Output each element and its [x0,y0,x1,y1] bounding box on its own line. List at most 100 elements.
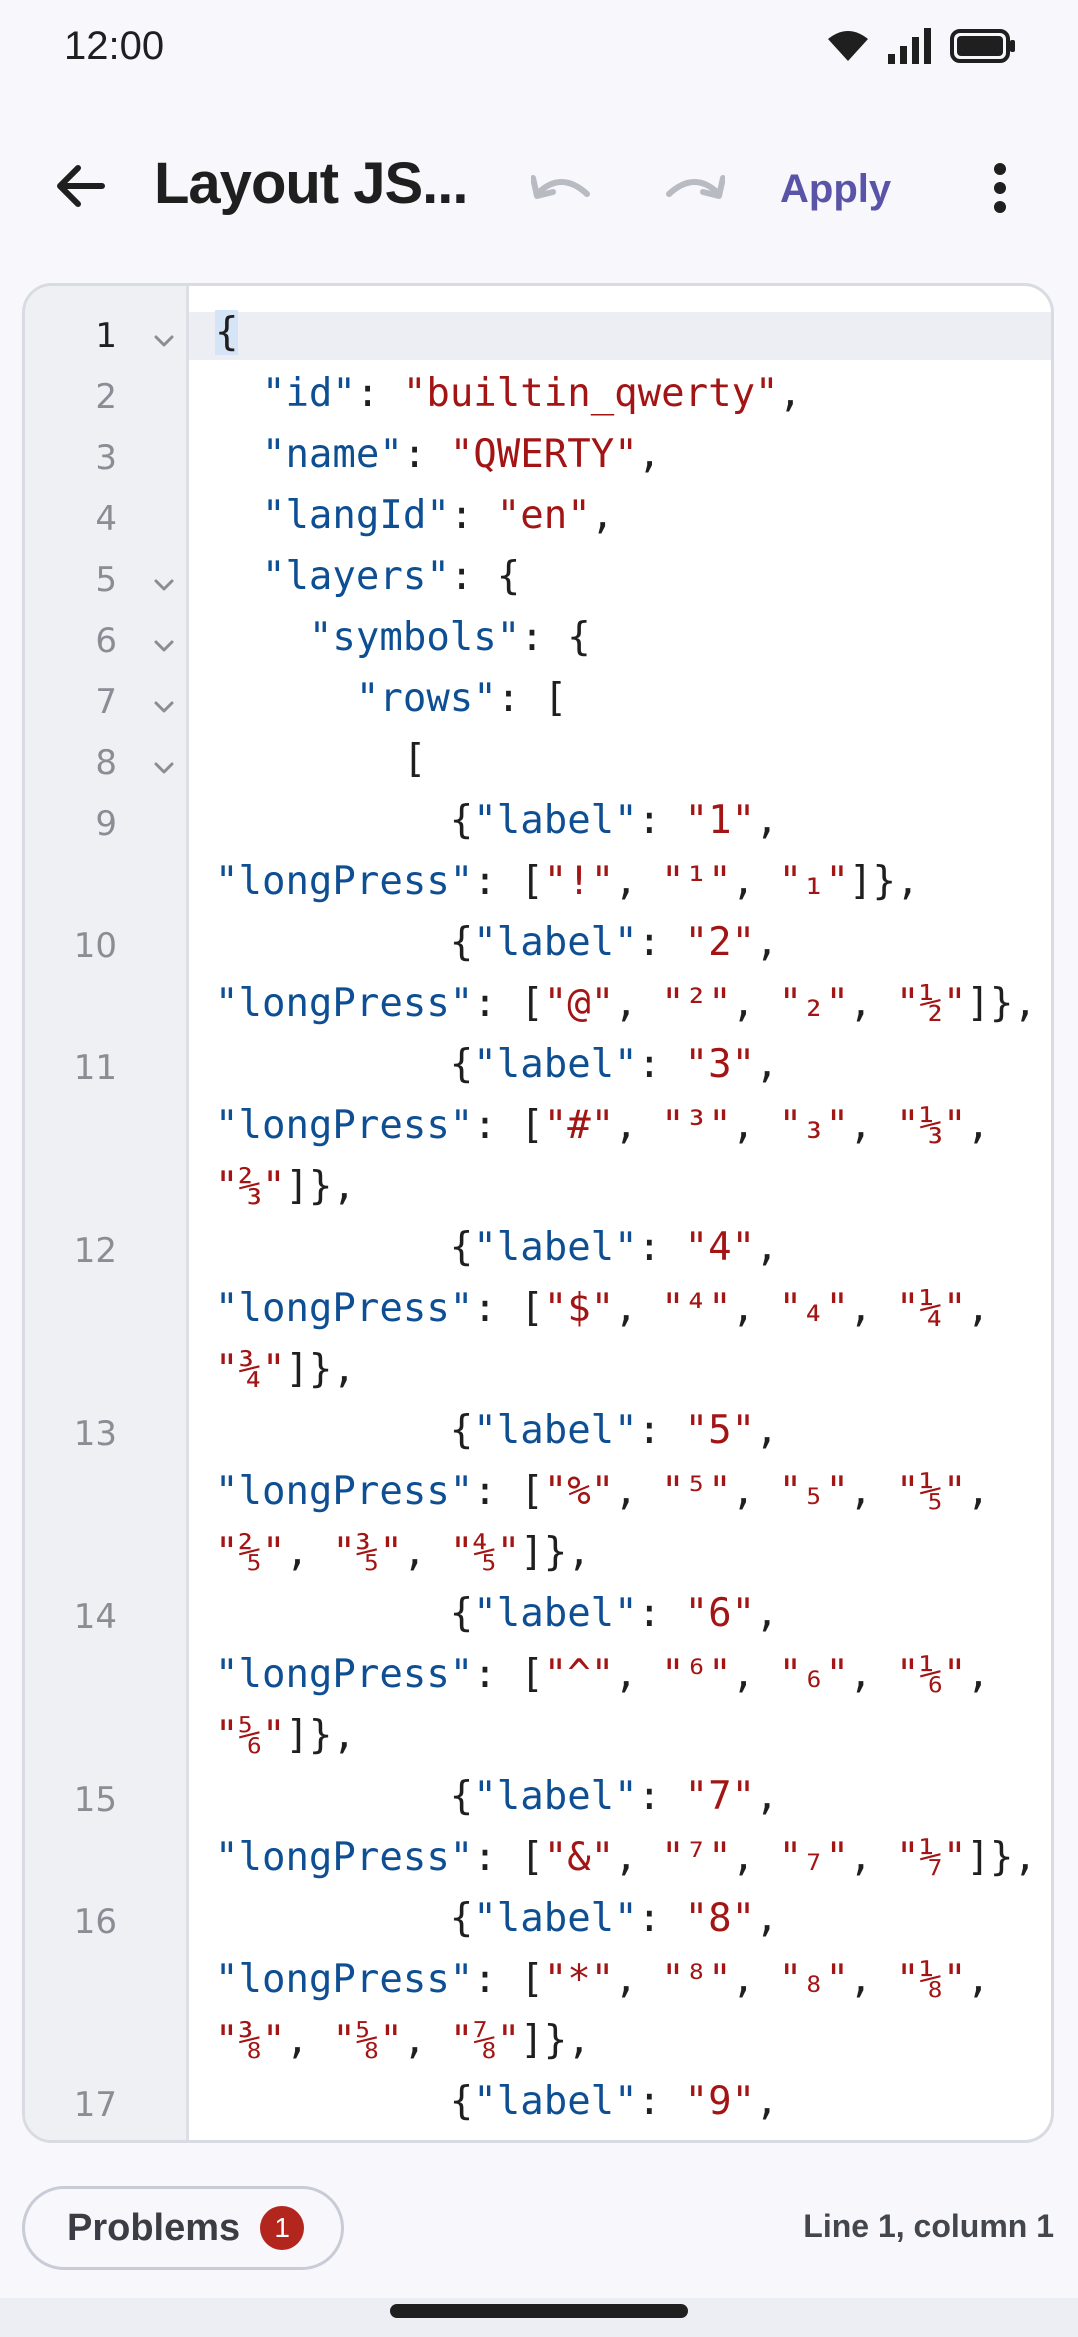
json-punct-token: : [ [496,676,568,721]
code-line[interactable]: {"label": "7", [215,1774,779,1819]
code-line[interactable]: {"label": "1", [215,798,779,843]
json-string-token: "₂" [778,981,850,1026]
redo-icon [666,175,725,199]
fold-chevron-icon[interactable] [153,330,175,352]
json-string-token: "⅓" [896,1103,967,1148]
json-punct-token: , [966,1286,990,1331]
json-string-token: "⅙" [896,1652,967,1697]
json-punct-token: : [637,798,685,843]
line-number: 14 [73,1597,117,1637]
json-punct-token: , [731,1957,779,2002]
fold-chevron-icon[interactable] [153,696,175,718]
json-punct-token: , [755,920,779,965]
json-punct-token: , [614,1286,662,1331]
json-string-token: "⅐" [896,1835,967,1880]
status-time: 12:00 [64,24,165,68]
json-punct-token [215,554,262,599]
line-number: 17 [73,2085,117,2125]
json-string-token: "⁷" [661,1835,732,1880]
code-line[interactable]: {"label": "6", [215,1591,779,1636]
code-line[interactable]: {"label": "5", [215,1408,779,1453]
json-punct-token: ]}, [285,1347,356,1392]
json-string-token: "5" [684,1408,756,1453]
code-line[interactable]: "rows": [ [215,676,567,721]
status-bar: 12:00 [0,0,1078,96]
json-string-token: "*" [543,1957,615,2002]
json-string-token: "%" [543,1469,615,1514]
fold-chevron-icon[interactable] [153,757,175,779]
json-punct-token: : [ [473,1286,544,1331]
code-line[interactable]: "⅖", "⅗", "⅘"]}, [215,1530,591,1575]
json-punct-token: : [637,2079,685,2124]
code-line[interactable]: "longPress": ["&", "⁷", "₇", "⅐"]}, [215,1835,1037,1880]
json-key-token: "label" [473,2079,638,2124]
code-editor[interactable]: 1 2 3 4 5 6 7 8 9 10 11 12 13 14 15 16 17 { "id": "built… [22,283,1054,2143]
json-key-token: "label" [473,1225,638,1270]
home-gesture-handle[interactable] [390,2304,688,2318]
top-app-bar: Layout JS... Apply [0,110,1078,260]
code-line[interactable]: "⅚"]}, [215,1713,356,1758]
signal-icon [888,28,932,69]
arrow-left-icon [57,165,105,207]
json-punct-token: , [755,1408,779,1453]
json-punct-token: { [215,1042,474,1087]
code-line[interactable]: "id": "builtin_qwerty", [215,371,802,416]
code-line[interactable]: "layers": { [215,554,520,599]
json-punct-token: , [778,371,803,416]
code-line[interactable]: {"label": "2", [215,920,779,965]
json-punct-token: : [637,1591,685,1636]
json-punct-token: , [966,1652,990,1697]
json-punct-token: , [849,1103,896,1148]
json-string-token: "⁶" [661,1652,732,1697]
json-punct-token: , [849,1652,896,1697]
code-line[interactable]: "longPress": ["^", "⁶", "₆", "⅙", [215,1652,990,1697]
code-line[interactable]: "longPress": ["!", "¹", "₁"]}, [215,859,919,904]
redo-button[interactable] [652,150,736,226]
json-punct-token: , [614,1652,662,1697]
json-string-token: "⁴" [661,1286,732,1331]
more-options-button[interactable] [970,150,1030,226]
fold-chevron-icon[interactable] [153,635,175,657]
json-punct-token: , [755,1774,779,1819]
code-line[interactable]: [ [215,737,427,782]
json-punct-token: { [215,1591,474,1636]
apply-button[interactable]: Apply [780,154,891,224]
code-line[interactable]: "¾"]}, [215,1347,356,1392]
code-line[interactable]: "longPress": ["*", "⁸", "₈", "⅛", [215,1957,990,2002]
json-punct-token: : [ [473,1469,544,1514]
code-line[interactable]: "longPress": ["@", "²", "₂", "½"]}, [215,981,1037,1026]
json-key-token: "longPress" [215,1835,474,1880]
json-punct-token: , [637,432,662,477]
code-line[interactable]: "longPress": ["%", "⁵", "₅", "⅕", [215,1469,990,1514]
problems-button[interactable]: Problems 1 [22,2186,344,2270]
code-line[interactable]: "⅜", "⅝", "⅞"]}, [215,2018,591,2063]
json-punct-token: : [637,1042,685,1087]
code-line[interactable]: "name": "QWERTY", [215,432,661,477]
json-string-token: "8" [684,1896,756,1941]
json-punct-token: : [ [473,1957,544,2002]
json-key-token: "symbols" [308,615,521,660]
code-line[interactable]: "longPress": ["$", "⁴", "₄", "¼", [215,1286,990,1331]
code-line[interactable]: {"label": "9", [215,2079,779,2124]
back-button[interactable] [40,146,120,226]
fold-chevron-icon[interactable] [153,574,175,596]
line-number: 8 [95,743,117,783]
json-punct-token: , [966,1957,990,2002]
code-line[interactable]: {"label": "8", [215,1896,779,1941]
code-line[interactable]: "⅔"]}, [215,1164,356,1209]
code-line[interactable]: {"label": "4", [215,1225,779,1270]
status-icons [826,28,1016,69]
code-line[interactable]: { [215,310,239,355]
json-string-token: "₈" [778,1957,850,2002]
json-string-token: "#" [543,1103,615,1148]
code-line[interactable]: "langId": "en", [215,493,614,538]
json-key-token: "longPress" [215,1469,474,1514]
undo-button[interactable] [520,150,604,226]
json-punct-token: ]}, [520,1530,591,1575]
code-line[interactable]: {"label": "3", [215,1042,779,1087]
json-punct-token: : [ [473,1652,544,1697]
code-line[interactable]: "symbols": { [215,615,591,660]
code-line[interactable]: "longPress": ["#", "³", "₃", "⅓", [215,1103,990,1148]
json-string-token: "!" [543,859,615,904]
json-punct-token: : [402,432,450,477]
